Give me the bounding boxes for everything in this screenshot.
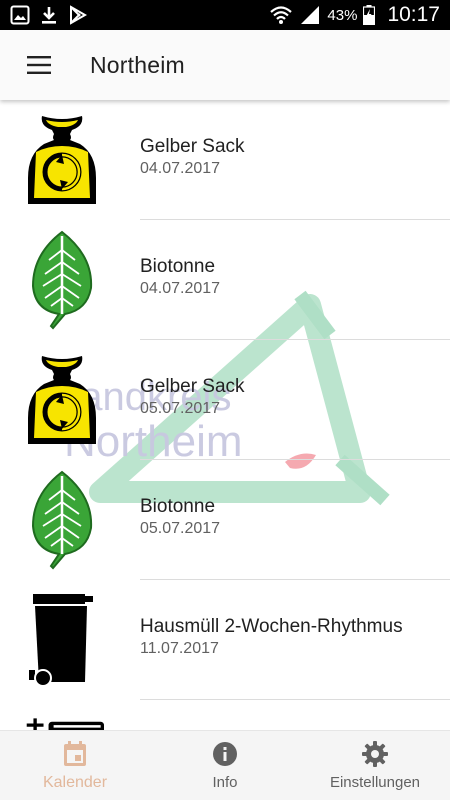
hamburger-menu-icon: [27, 56, 51, 74]
nav-info[interactable]: Info: [150, 731, 300, 800]
list-item[interactable]: Hausmüll 2-Wochen-Rhythmus 11.07.2017: [0, 580, 450, 700]
play-store-icon: [70, 5, 88, 25]
item-date: 05.07.2017: [140, 520, 221, 537]
calendar-icon: [64, 741, 86, 766]
list-item[interactable]: Biotonne 04.07.2017: [0, 220, 450, 340]
signal-icon: [301, 6, 320, 24]
gelber-sack-icon: [20, 348, 104, 452]
list-item[interactable]: Gelber Sack 04.07.2017: [0, 100, 450, 220]
app-bar: Northeim: [0, 30, 450, 100]
status-bar: 43% 10:17: [0, 0, 450, 30]
item-date: 04.07.2017: [140, 160, 221, 177]
page-title: Northeim: [90, 52, 185, 78]
battery-percentage: 43%: [327, 6, 358, 24]
bulky-waste-icon: [20, 708, 104, 730]
hausmuell-bin-icon: [20, 588, 104, 692]
list-item[interactable]: Biotonne 05.07.2017: [0, 460, 450, 580]
nav-kalender-label: Kalender: [42, 774, 108, 791]
nav-einstellungen[interactable]: Einstellungen: [300, 731, 450, 800]
item-title: Gelber Sack: [140, 136, 245, 157]
nav-kalender[interactable]: Kalender: [0, 731, 150, 800]
menu-button[interactable]: [14, 42, 64, 88]
download-icon: [42, 7, 56, 24]
status-bar-notifications: [10, 5, 88, 25]
biotonne-leaf-icon: [20, 228, 104, 332]
nav-einstellungen-label: Einstellungen: [329, 774, 421, 791]
gelber-sack-icon: [20, 108, 104, 212]
item-title: Biotonne: [140, 496, 216, 517]
wifi-icon: [270, 6, 293, 24]
battery-charging-icon: [363, 5, 376, 25]
item-date: 04.07.2017: [140, 280, 221, 297]
biotonne-leaf-icon: [20, 468, 104, 572]
item-title: Gelber Sack: [140, 376, 245, 397]
calendar-list-area[interactable]: Landkreis Northeim Gelber Sack 04.07.201…: [0, 100, 450, 730]
gallery-icon: [10, 5, 30, 25]
nav-info-label: Info: [212, 774, 238, 791]
bottom-navigation: Kalender Info Einstellungen: [0, 730, 450, 800]
list-item[interactable]: Gelber Sack 05.07.2017: [0, 340, 450, 460]
item-date: 11.07.2017: [140, 640, 219, 657]
gear-icon: [362, 741, 388, 767]
pickup-list: Gelber Sack 04.07.2017 Biotonne 04.07.20…: [0, 100, 450, 730]
item-title: Hausmüll 2-Wochen-Rhythmus: [140, 616, 403, 637]
clock-time: 10:17: [387, 3, 440, 26]
info-icon: [213, 742, 237, 766]
list-item[interactable]: [0, 700, 450, 730]
item-date: 05.07.2017: [140, 400, 221, 417]
item-title: Biotonne: [140, 256, 216, 277]
status-bar-system: 43% 10:17: [269, 0, 440, 30]
